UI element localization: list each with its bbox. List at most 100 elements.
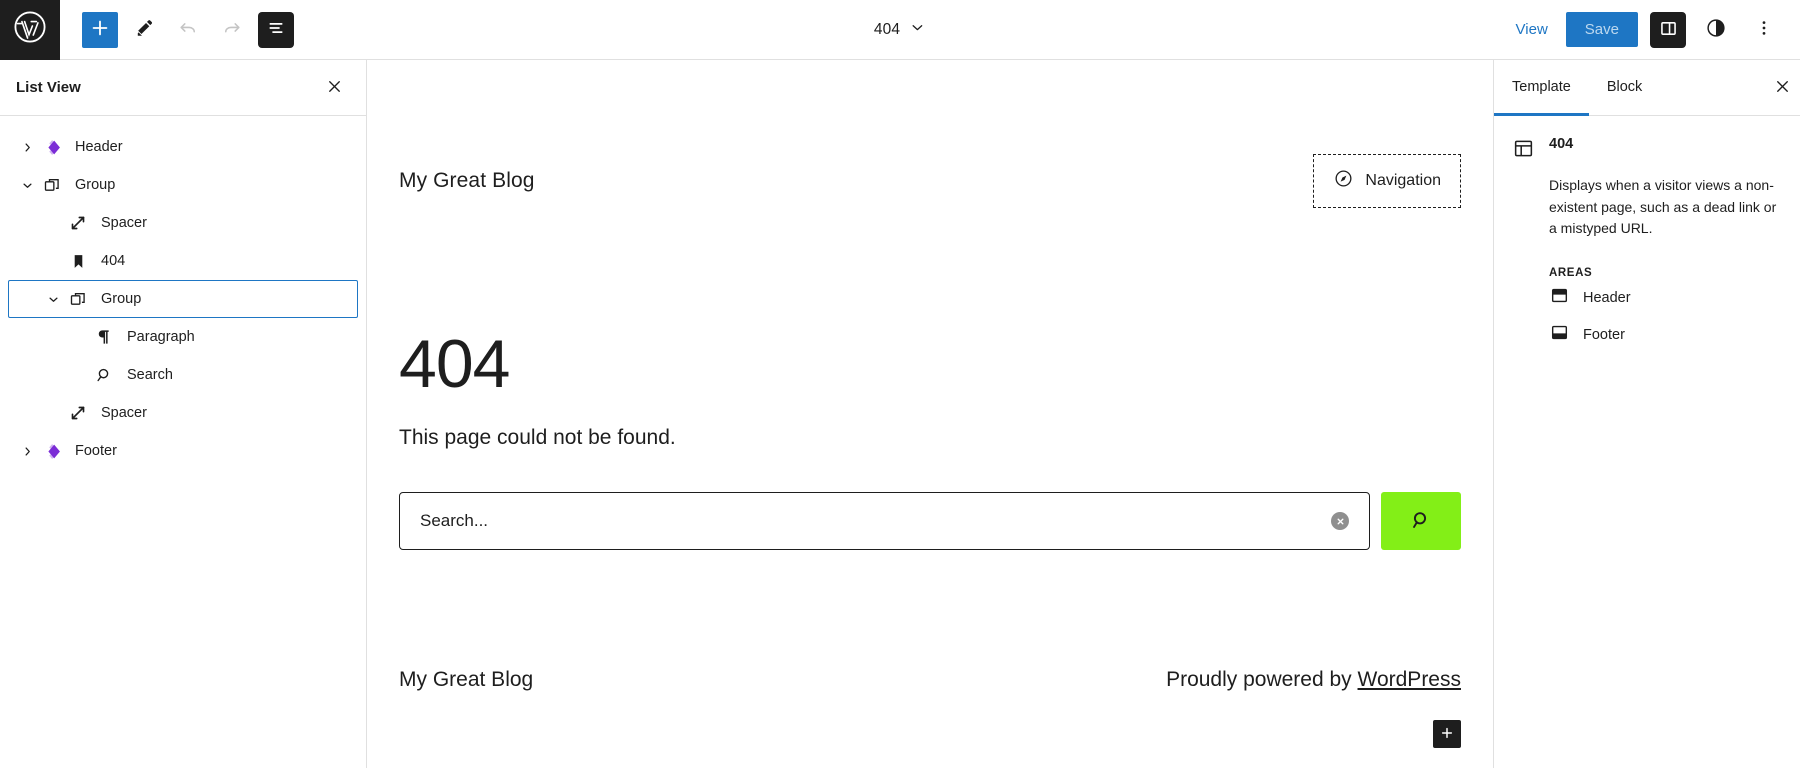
tab-block[interactable]: Block xyxy=(1589,60,1660,116)
navigation-block-placeholder[interactable]: Navigation xyxy=(1313,154,1461,208)
wordpress-logo-button[interactable] xyxy=(0,0,60,60)
site-footer-block[interactable]: My Great Blog Proudly powered by WordPre… xyxy=(399,668,1461,692)
block-tree-item-paragraph-5[interactable]: Paragraph xyxy=(8,318,358,356)
canvas-content: My Great Blog Navigation 404 This page c… xyxy=(367,60,1493,768)
template-layout-icon xyxy=(1512,136,1536,165)
site-header-block[interactable]: My Great Blog Navigation xyxy=(399,60,1461,208)
view-button[interactable]: View xyxy=(1510,15,1554,44)
sidebar-panel-icon xyxy=(1658,18,1679,42)
spacer-icon xyxy=(65,211,91,235)
template-part-icon xyxy=(39,439,65,463)
chevron-down-icon xyxy=(909,19,926,41)
close-icon xyxy=(1773,77,1792,99)
block-tree-item-group-1[interactable]: Group xyxy=(8,166,358,204)
list-view-toggle[interactable] xyxy=(258,12,294,48)
save-button[interactable]: Save xyxy=(1566,12,1638,47)
block-tree-item-label: Group xyxy=(75,177,115,193)
block-tree-item-spacer-2[interactable]: Spacer xyxy=(8,204,358,242)
editor-top-bar: 404 View Save xyxy=(0,0,1800,60)
plus-icon xyxy=(89,17,111,42)
site-editor-app: 404 View Save xyxy=(0,0,1800,768)
tab-template[interactable]: Template xyxy=(1494,60,1589,116)
chevron-placeholder xyxy=(67,363,91,387)
edit-tool-button[interactable] xyxy=(126,12,162,48)
settings-tabs: Template Block xyxy=(1494,60,1800,116)
chevron-placeholder xyxy=(41,401,65,425)
list-view-header: List View xyxy=(0,60,366,116)
block-tree-item-footer-8[interactable]: Footer xyxy=(8,432,358,470)
document-title: 404 xyxy=(874,21,900,39)
error-message-paragraph[interactable]: This page could not be found. xyxy=(399,426,1461,450)
undo-button[interactable] xyxy=(170,12,206,48)
block-tree-item-spacer-7[interactable]: Spacer xyxy=(8,394,358,432)
areas-section-label: AREAS xyxy=(1549,267,1782,279)
navigation-block-label: Navigation xyxy=(1365,172,1441,190)
template-info: 404 xyxy=(1549,136,1573,153)
block-tree-item-label: Spacer xyxy=(101,215,147,231)
redo-button[interactable] xyxy=(214,12,250,48)
spacer-icon xyxy=(65,401,91,425)
block-tree-item-group-4[interactable]: Group xyxy=(8,280,358,318)
site-title-text: My Great Blog xyxy=(399,169,535,193)
list-view-title: List View xyxy=(16,79,81,96)
template-name: 404 xyxy=(1549,136,1573,153)
block-tree-item-label: Group xyxy=(101,291,141,307)
search-input-placeholder: Search... xyxy=(420,511,488,531)
group-icon xyxy=(39,173,65,197)
editor-canvas[interactable]: My Great Blog Navigation 404 This page c… xyxy=(367,60,1494,768)
block-tree-item-label: Footer xyxy=(75,443,117,459)
navigation-compass-icon xyxy=(1333,168,1354,194)
styles-button[interactable] xyxy=(1698,12,1734,48)
settings-sidebar: Template Block xyxy=(1494,60,1800,768)
error-code-heading[interactable]: 404 xyxy=(399,330,1461,398)
search-icon xyxy=(91,363,117,387)
block-tree-item-label: Paragraph xyxy=(127,329,195,345)
footer-area-icon xyxy=(1549,322,1570,348)
chevron-placeholder xyxy=(67,325,91,349)
chevron-right-icon[interactable] xyxy=(15,439,39,463)
chevron-down-icon[interactable] xyxy=(15,173,39,197)
search-input-wrapper[interactable]: Search... xyxy=(399,492,1370,550)
redo-arrow-icon xyxy=(221,17,243,42)
editor-main-area: List View Header Group Spacer 404 Group Parag… xyxy=(0,60,1800,768)
canvas-add-block-button[interactable] xyxy=(1433,720,1461,748)
bookmark-icon xyxy=(65,249,91,273)
clear-circle-icon[interactable] xyxy=(1331,512,1349,530)
options-menu-button[interactable] xyxy=(1746,12,1782,48)
footer-site-title: My Great Blog xyxy=(399,668,533,692)
block-tree-item-404-3[interactable]: 404 xyxy=(8,242,358,280)
template-description: Displays when a visitor views a non-exis… xyxy=(1549,175,1782,240)
block-tree-item-label: Header xyxy=(75,139,123,155)
block-tree-item-search-6[interactable]: Search xyxy=(8,356,358,394)
list-view-icon xyxy=(265,17,287,42)
block-tree: Header Group Spacer 404 Group Paragraph Search… xyxy=(0,116,366,470)
add-block-button[interactable] xyxy=(82,12,118,48)
wordpress-link[interactable]: WordPress xyxy=(1358,668,1461,691)
chevron-right-icon[interactable] xyxy=(15,135,39,159)
pencil-icon xyxy=(133,17,156,43)
area-label-footer: Footer xyxy=(1583,327,1625,343)
area-item-footer[interactable]: Footer xyxy=(1549,316,1782,353)
settings-close-button[interactable] xyxy=(1764,60,1800,115)
footer-credit: Proudly powered by WordPress xyxy=(1166,668,1461,692)
template-summary: 404 xyxy=(1512,136,1782,165)
search-block: Search... xyxy=(399,492,1461,550)
area-item-header[interactable]: Header xyxy=(1549,279,1782,316)
block-tree-item-label: Search xyxy=(127,367,173,383)
settings-sidebar-toggle[interactable] xyxy=(1650,12,1686,48)
search-submit-button[interactable] xyxy=(1381,492,1461,550)
editor-tools-group xyxy=(60,12,294,48)
area-label-header: Header xyxy=(1583,290,1631,306)
block-tree-item-header-0[interactable]: Header xyxy=(8,128,358,166)
plus-icon xyxy=(1439,725,1455,744)
chevron-down-icon[interactable] xyxy=(41,287,65,311)
list-view-close-button[interactable] xyxy=(318,72,350,104)
footer-credit-prefix: Proudly powered by xyxy=(1166,668,1357,691)
document-title-dropdown[interactable]: 404 xyxy=(864,0,936,60)
block-tree-item-label: Spacer xyxy=(101,405,147,421)
header-area-icon xyxy=(1549,285,1570,311)
search-icon xyxy=(1409,508,1433,535)
list-view-panel: List View Header Group Spacer 404 Group Parag… xyxy=(0,60,367,768)
top-bar-actions: View Save xyxy=(1510,12,1800,48)
close-icon xyxy=(325,77,344,99)
